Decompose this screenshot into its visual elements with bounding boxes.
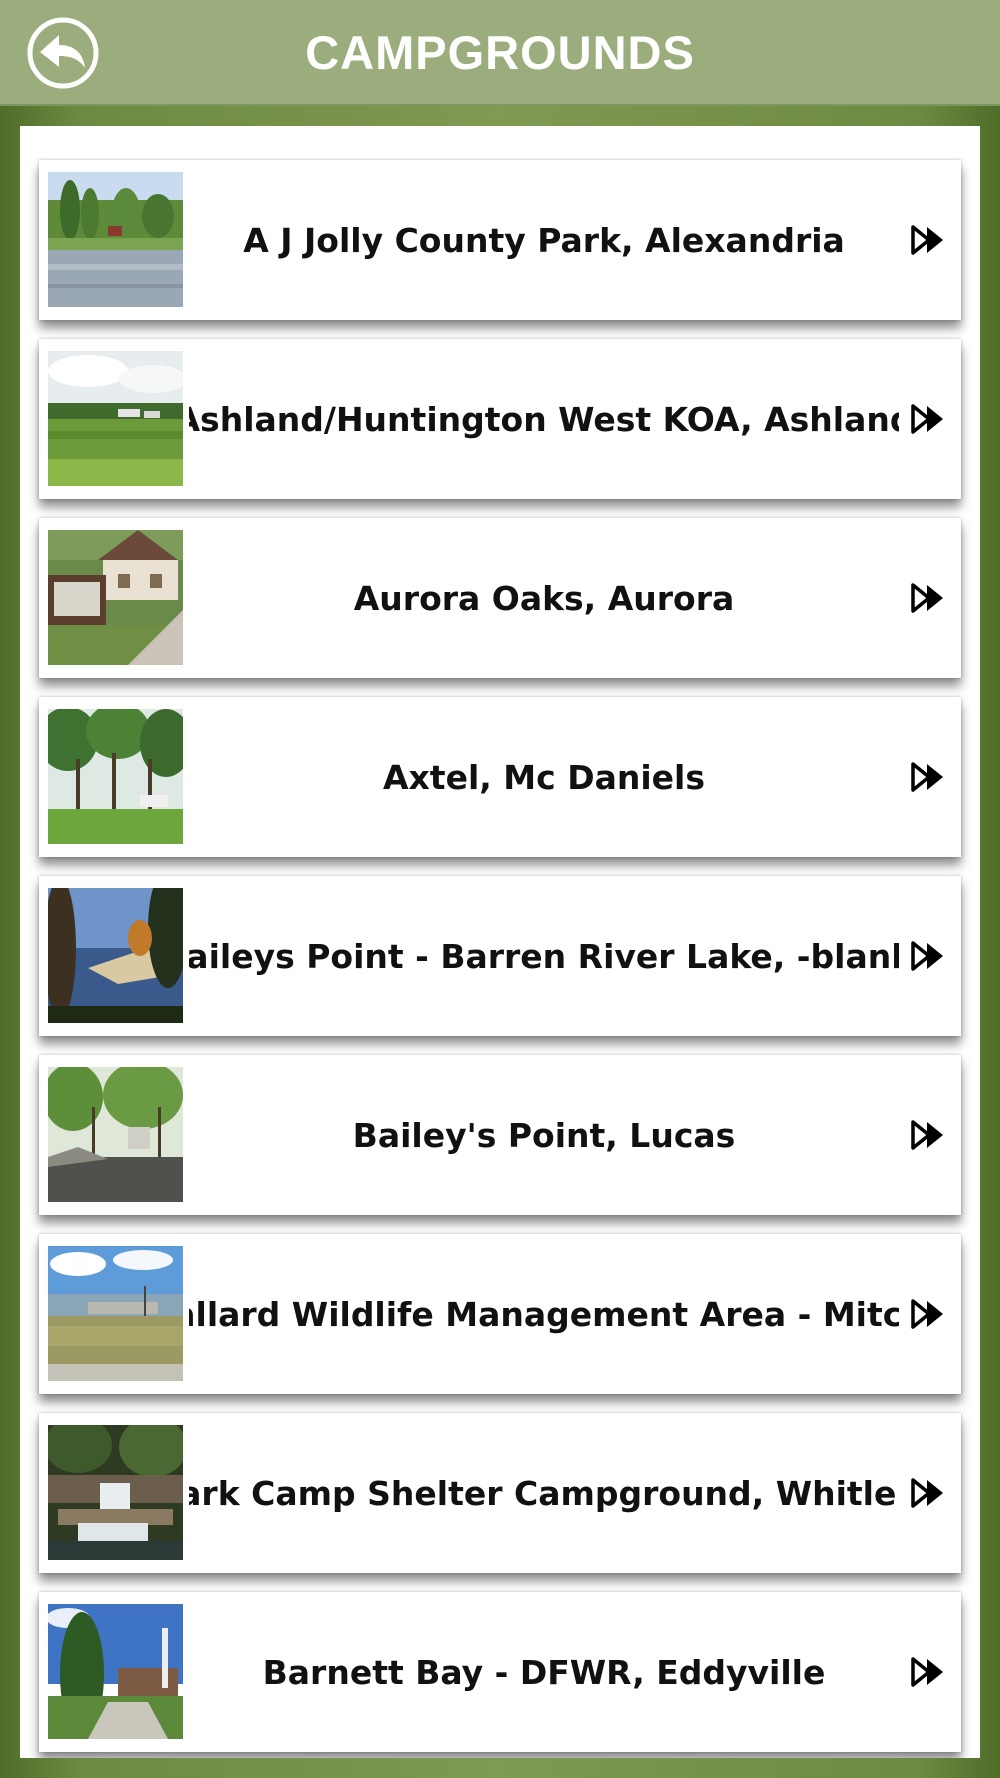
thumbnail-lake-trees: [48, 172, 183, 307]
double-chevron-right-icon: [911, 403, 945, 435]
thumbnail-meadow-rv: [48, 351, 183, 486]
campground-row-ballard-wildlife[interactable]: Ballard Wildlife Management Area - Mitc.…: [39, 1234, 961, 1394]
campground-name: Barnett Bay - DFWR, Eddyville: [262, 1652, 826, 1692]
campground-name: Bark Camp Shelter Campground, Whitle...: [189, 1473, 899, 1513]
thumbnail-paved-campsite: [48, 1067, 183, 1202]
double-chevron-right-icon: [911, 224, 945, 256]
campground-name: Bailey's Point, Lucas: [352, 1115, 736, 1155]
thumbnail-house-driveway: [48, 1604, 183, 1739]
campground-row-aurora-oaks[interactable]: Aurora Oaks, Aurora: [39, 518, 961, 678]
double-chevron-right-icon: [911, 1298, 945, 1330]
campground-row-a-j-jolly[interactable]: A J Jolly County Park, Alexandria: [39, 160, 961, 320]
double-chevron-right-icon: [911, 761, 945, 793]
thumbnail-waterfall: [48, 1425, 183, 1560]
double-chevron-right-icon: [911, 1656, 945, 1688]
double-chevron-right-icon: [911, 1477, 945, 1509]
campground-row-bark-camp[interactable]: Bark Camp Shelter Campground, Whitle...: [39, 1413, 961, 1573]
campground-row-baileys-point-lucas[interactable]: Bailey's Point, Lucas: [39, 1055, 961, 1215]
campground-name: Ballard Wildlife Management Area - Mitc.…: [189, 1294, 899, 1334]
campground-name: Axtel, Mc Daniels: [382, 757, 705, 797]
header-bar: CAMPGROUNDS: [0, 0, 1000, 106]
thumbnail-office-sign: [48, 530, 183, 665]
double-chevron-right-icon: [911, 940, 945, 972]
page-title: CAMPGROUNDS: [305, 26, 695, 79]
thumbnail-forest-campsite: [48, 709, 183, 844]
campground-row-baileys-point-barren[interactable]: Baileys Point - Barren River Lake, -blan…: [39, 876, 961, 1036]
campground-row-barnett-bay[interactable]: Barnett Bay - DFWR, Eddyville: [39, 1592, 961, 1752]
campground-row-axtel[interactable]: Axtel, Mc Daniels: [39, 697, 961, 857]
thumbnail-lakeshore: [48, 888, 183, 1023]
thumbnail-marina: [48, 1246, 183, 1381]
campground-name: Baileys Point - Barren River Lake, -blan…: [189, 936, 899, 976]
campground-name: A J Jolly County Park, Alexandria: [243, 220, 845, 260]
campground-row-ashland-huntington[interactable]: Ashland/Huntington West KOA, Ashland: [39, 339, 961, 499]
campground-name: Ashland/Huntington West KOA, Ashland: [189, 399, 899, 439]
double-chevron-right-icon: [911, 1119, 945, 1151]
campground-name: Aurora Oaks, Aurora: [353, 578, 735, 618]
campground-list[interactable]: A J Jolly County Park, Alexandria Ashlan…: [20, 126, 980, 1758]
double-chevron-right-icon: [911, 582, 945, 614]
